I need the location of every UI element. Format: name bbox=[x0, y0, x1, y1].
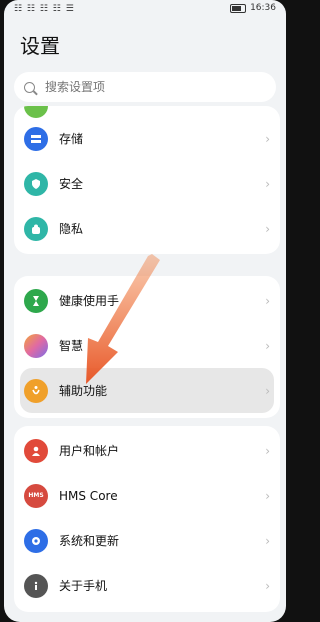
settings-item-security[interactable]: 安全 › bbox=[14, 161, 280, 206]
settings-group-2: 健康使用手 › 智慧 › 辅助功能 › bbox=[14, 276, 280, 418]
chevron-right-icon: › bbox=[265, 444, 270, 458]
status-right: 16:36 bbox=[230, 3, 276, 13]
settings-item-smart-assistant[interactable]: 智慧 › bbox=[14, 323, 280, 368]
search-input[interactable] bbox=[43, 79, 257, 95]
signal-icons: ☷ ☷ ☷ ☷ ☰ bbox=[14, 4, 75, 14]
search-icon bbox=[24, 81, 35, 93]
chevron-right-icon: › bbox=[265, 294, 270, 308]
status-time: 16:36 bbox=[250, 3, 276, 13]
hms-icon: HMS bbox=[24, 483, 48, 508]
settings-item-label: 存储 bbox=[59, 132, 84, 146]
settings-item-storage[interactable]: 存储 › bbox=[14, 116, 280, 161]
settings-item-digital-balance[interactable]: 健康使用手 › bbox=[14, 278, 280, 323]
accessibility-icon bbox=[24, 378, 48, 403]
settings-item-label: 辅助功能 bbox=[59, 384, 108, 398]
settings-item-label: 系统和更新 bbox=[59, 534, 120, 548]
settings-group-1: 存储 › 安全 › 隐私 › bbox=[14, 106, 280, 254]
chevron-right-icon: › bbox=[265, 132, 270, 146]
page-title: 设置 bbox=[20, 34, 60, 58]
settings-item-label: HMS Core bbox=[59, 488, 118, 503]
settings-item-privacy[interactable]: 隐私 › bbox=[14, 206, 280, 251]
chevron-right-icon: › bbox=[265, 222, 270, 236]
settings-item-label: 安全 bbox=[59, 177, 84, 191]
settings-item-accessibility[interactable]: 辅助功能 › bbox=[20, 368, 274, 413]
info-icon bbox=[24, 573, 48, 598]
privacy-icon bbox=[24, 216, 48, 241]
chevron-right-icon: › bbox=[265, 177, 270, 191]
settings-item-system-update[interactable]: 系统和更新 › bbox=[14, 518, 280, 563]
settings-item-label: 用户和帐户 bbox=[59, 444, 120, 458]
settings-item-about-phone[interactable]: 关于手机 › bbox=[14, 563, 280, 608]
smart-assistant-icon bbox=[24, 333, 48, 358]
shield-icon bbox=[24, 171, 48, 196]
settings-item-label: 智慧 bbox=[59, 339, 84, 353]
settings-group-3: 用户和帐户 › HMS HMS Core › 系统和更新 › 关于手机 › bbox=[14, 426, 280, 612]
chevron-right-icon: › bbox=[265, 489, 270, 503]
settings-item-hms-core[interactable]: HMS HMS Core › bbox=[14, 473, 280, 518]
chevron-right-icon: › bbox=[265, 339, 270, 353]
phone-screen: ☷ ☷ ☷ ☷ ☰ 16:36 设置 存储 › 安全 › bbox=[4, 0, 286, 622]
gear-icon bbox=[24, 528, 48, 553]
settings-item-users-accounts[interactable]: 用户和帐户 › bbox=[14, 428, 280, 473]
battery-icon bbox=[230, 3, 247, 13]
chevron-right-icon: › bbox=[265, 534, 270, 548]
hourglass-icon bbox=[24, 288, 48, 313]
user-icon bbox=[24, 438, 48, 463]
status-bar: ☷ ☷ ☷ ☷ ☰ 16:36 bbox=[4, 0, 286, 20]
chevron-right-icon: › bbox=[265, 384, 270, 398]
settings-item-label: 关于手机 bbox=[59, 579, 108, 593]
scrolled-row-remnant bbox=[14, 106, 280, 118]
storage-icon bbox=[24, 126, 48, 151]
chevron-right-icon: › bbox=[265, 579, 270, 593]
settings-item-label: 健康使用手 bbox=[59, 294, 120, 308]
settings-item-label: 隐私 bbox=[59, 222, 84, 236]
search-bar[interactable] bbox=[14, 72, 276, 102]
